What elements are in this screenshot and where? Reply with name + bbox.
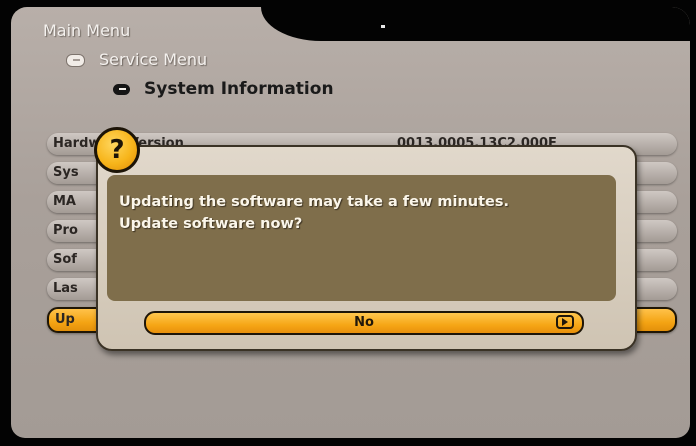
dialog-message: Updating the software may take a few min…: [119, 194, 509, 232]
breadcrumb-service-menu: Service Menu: [66, 50, 207, 69]
list-item-label: MA: [53, 194, 76, 209]
breadcrumb-system-information: System Information: [113, 79, 334, 99]
dialog-message-panel: Updating the software may take a few min…: [107, 175, 616, 301]
update-confirm-dialog: ? Updating the software may take a few m…: [94, 127, 637, 351]
list-item-label: Pro: [53, 223, 78, 238]
tv-menu-screen: Main Menu Service Menu System Informatio…: [11, 7, 690, 438]
page-title: System Information: [144, 79, 334, 99]
list-item-label: Sys: [53, 165, 79, 180]
menu-tab-notch: [261, 7, 690, 41]
ok-play-icon: [556, 315, 574, 329]
question-icon: ?: [94, 127, 140, 173]
no-button-label: No: [354, 315, 374, 330]
arrow-icon: [113, 83, 130, 95]
list-item-label: Up: [55, 312, 75, 327]
breadcrumb-main-label: Main Menu: [43, 21, 131, 40]
arrow-icon: [66, 54, 85, 67]
list-item-label: Las: [53, 281, 78, 296]
no-button[interactable]: No: [144, 311, 584, 335]
list-item-label: Sof: [53, 252, 77, 267]
breadcrumb-service-label: Service Menu: [99, 50, 208, 69]
screen-artifact: [381, 25, 385, 28]
breadcrumb-main-menu: Main Menu: [43, 21, 130, 40]
